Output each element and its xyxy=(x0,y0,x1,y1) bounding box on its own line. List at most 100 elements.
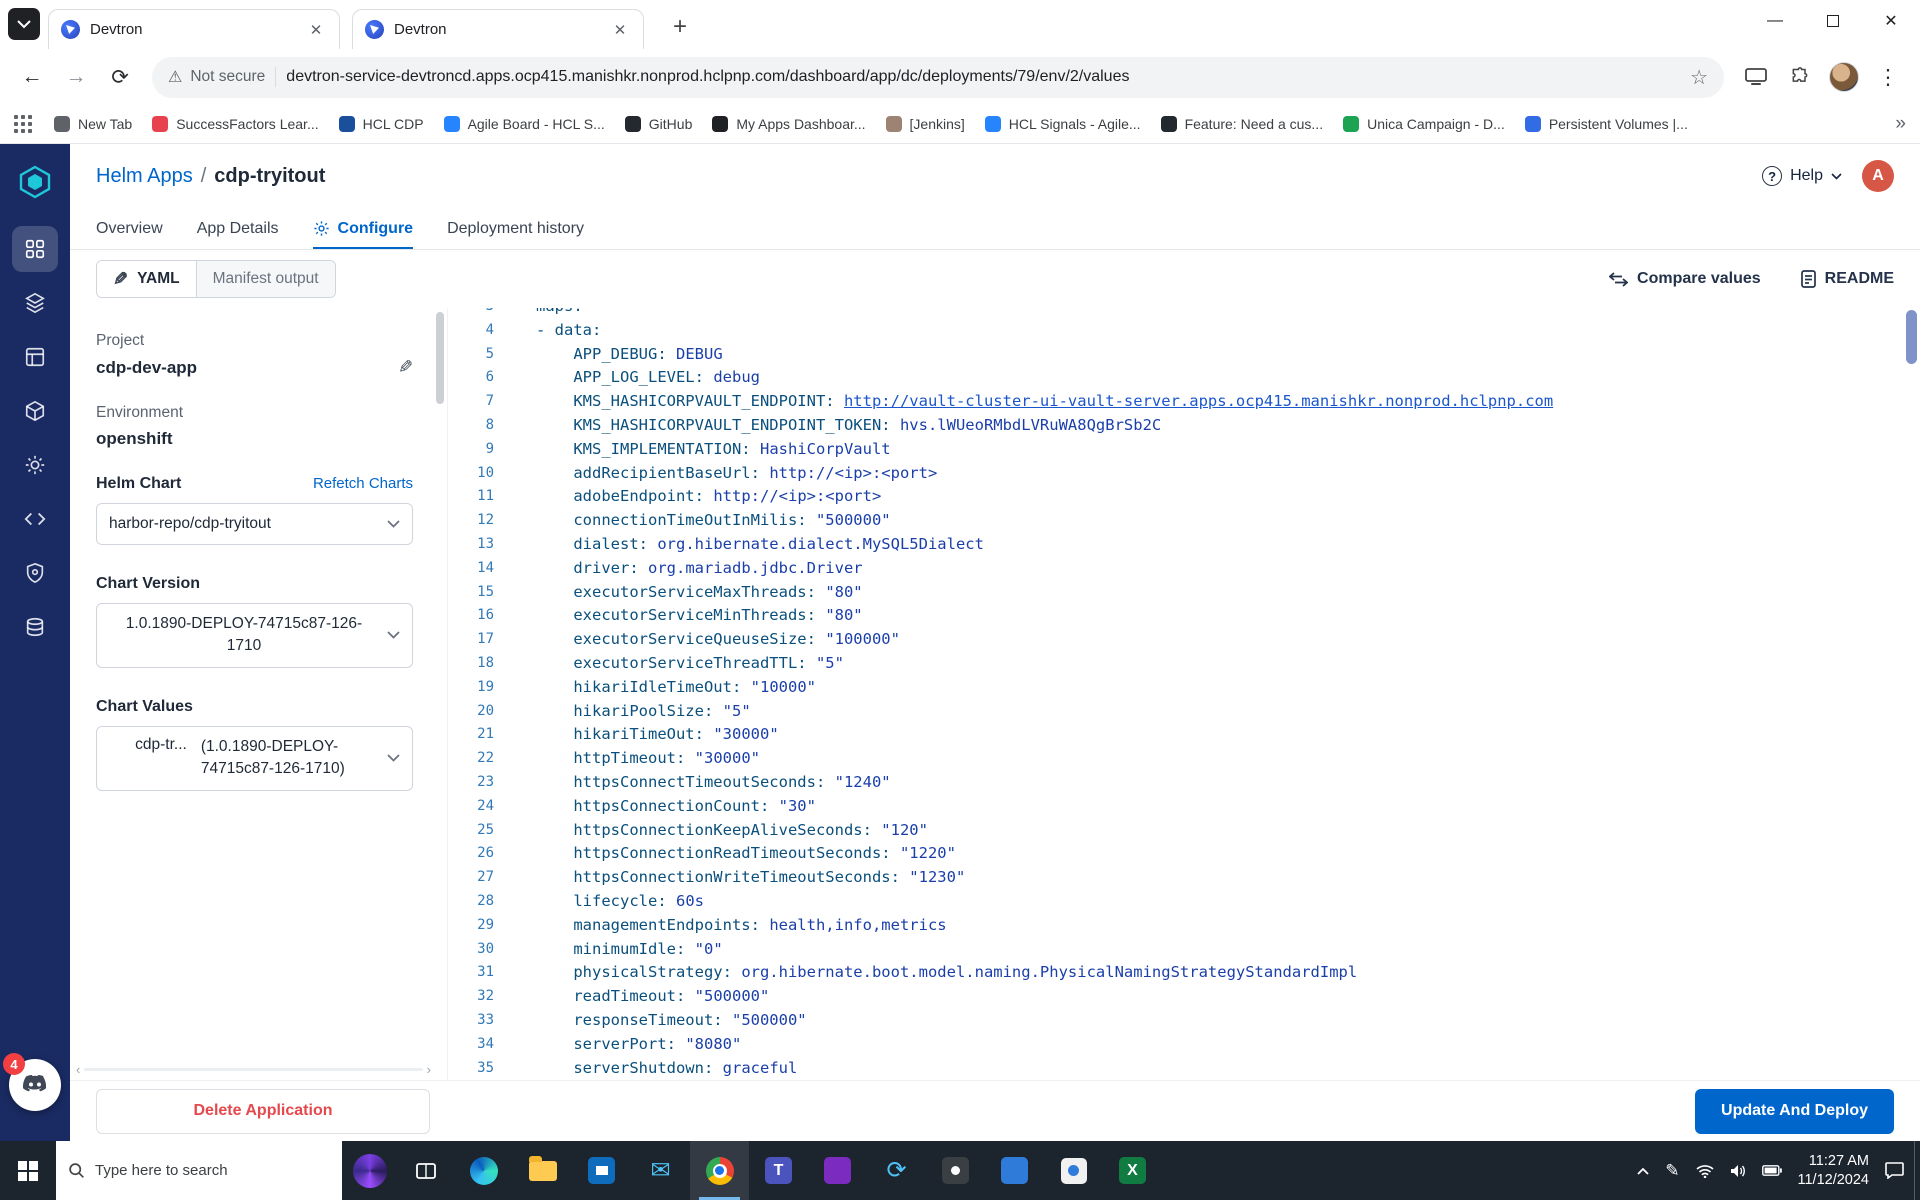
readme-button[interactable]: README xyxy=(1800,270,1894,288)
tab-overview[interactable]: Overview xyxy=(96,208,163,249)
tab-configure[interactable]: Configure xyxy=(313,208,413,249)
panel-horizontal-scrollbar[interactable]: ‹ › xyxy=(76,1062,431,1077)
editor-scroll-thumb[interactable] xyxy=(1906,310,1917,364)
devtron-logo[interactable] xyxy=(15,162,55,202)
yaml-view-button[interactable]: ✎ YAML xyxy=(97,261,197,297)
taskbar-excel-icon[interactable]: X xyxy=(1103,1141,1162,1200)
sidebar-item-charts[interactable] xyxy=(12,388,58,434)
taskbar-photos-icon[interactable] xyxy=(1044,1141,1103,1200)
bookmark-item[interactable]: Agile Board - HCL S... xyxy=(443,116,605,132)
tab-app-details[interactable]: App Details xyxy=(197,208,279,249)
code-line: 31 physicalStrategy: org.hibernate.boot.… xyxy=(448,961,1920,985)
apps-grid-icon[interactable] xyxy=(14,115,32,133)
taskbar-store-icon[interactable] xyxy=(572,1141,631,1200)
sidebar-item-security[interactable] xyxy=(12,550,58,596)
taskbar-purple-app-icon[interactable] xyxy=(808,1141,867,1200)
taskbar-dark-app-icon[interactable] xyxy=(926,1141,985,1200)
extensions-icon[interactable] xyxy=(1780,57,1820,97)
manifest-output-button[interactable]: Manifest output xyxy=(196,261,335,297)
task-view-button[interactable] xyxy=(398,1141,454,1200)
taskbar-mail-icon[interactable]: ✉ xyxy=(631,1141,690,1200)
panel-vertical-scrollbar[interactable] xyxy=(436,312,444,404)
taskbar-search-box[interactable]: Type here to search xyxy=(56,1141,342,1200)
sidebar-item-api[interactable] xyxy=(12,496,58,542)
cast-icon[interactable] xyxy=(1736,57,1776,97)
browser-menu-kebab-icon[interactable]: ⋮ xyxy=(1868,57,1908,97)
window-close-button[interactable]: ✕ xyxy=(1862,0,1920,42)
profile-avatar[interactable] xyxy=(1824,57,1864,97)
battery-icon[interactable] xyxy=(1761,1165,1782,1176)
bookmark-item[interactable]: SuccessFactors Lear... xyxy=(152,116,319,132)
network-icon[interactable] xyxy=(1695,1164,1714,1178)
show-desktop-button[interactable] xyxy=(1914,1141,1920,1200)
sidebar-item-app-groups[interactable] xyxy=(12,334,58,380)
security-chip[interactable]: ⚠ Not secure xyxy=(168,67,265,87)
sidebar-item-global-config[interactable] xyxy=(12,442,58,488)
browser-tab-1[interactable]: Devtron ✕ xyxy=(48,9,340,49)
taskbar-teams-icon[interactable]: T xyxy=(749,1141,808,1200)
bookmark-item[interactable]: My Apps Dashboar... xyxy=(712,116,866,132)
bookmark-item[interactable]: New Tab xyxy=(54,116,132,132)
user-avatar[interactable]: A xyxy=(1862,160,1894,192)
tab-close-icon[interactable]: ✕ xyxy=(305,19,327,41)
forward-button[interactable]: → xyxy=(56,57,96,97)
window-minimize-button[interactable]: — xyxy=(1746,0,1804,42)
taskbar-clock[interactable]: 11:27 AM 11/12/2024 xyxy=(1798,1152,1870,1190)
new-tab-button[interactable]: + xyxy=(662,9,698,45)
chart-version-select[interactable]: 1.0.1890-DEPLOY-74715c87-126-1710 xyxy=(96,603,413,668)
help-menu[interactable]: ? Help xyxy=(1762,166,1842,186)
taskbar-edge-icon[interactable] xyxy=(454,1141,513,1200)
taskbar-chrome-icon[interactable] xyxy=(690,1141,749,1200)
edit-project-icon[interactable]: ✎ xyxy=(398,357,413,378)
url-text[interactable]: devtron-service-devtroncd.apps.ocp415.ma… xyxy=(286,68,1680,86)
delete-application-button[interactable]: Delete Application xyxy=(96,1088,430,1134)
yaml-code-editor[interactable]: 3maps:4- data:5 APP_DEBUG: DEBUG6 APP_LO… xyxy=(447,308,1920,1080)
chart-values-name: cdp-tr... xyxy=(135,735,187,753)
taskbar-sync-icon[interactable]: ⟳ xyxy=(867,1141,926,1200)
tab-close-icon[interactable]: ✕ xyxy=(609,19,631,41)
tray-expand-chevron[interactable] xyxy=(1637,1167,1649,1175)
bookmark-item[interactable]: HCL Signals - Agile... xyxy=(984,116,1141,132)
bookmark-item[interactable]: Persistent Volumes |... xyxy=(1524,116,1688,132)
action-center-icon[interactable] xyxy=(1885,1162,1904,1179)
bookmarks-overflow-chevron[interactable]: » xyxy=(1895,113,1906,135)
scroll-right-icon[interactable]: › xyxy=(427,1062,431,1077)
tab-label: Deployment history xyxy=(447,219,585,237)
sidebar-item-clusters[interactable] xyxy=(12,604,58,650)
bookmark-star-icon[interactable]: ☆ xyxy=(1690,65,1708,90)
update-and-deploy-button[interactable]: Update And Deploy xyxy=(1695,1088,1894,1134)
bookmark-item[interactable]: Unica Campaign - D... xyxy=(1343,116,1505,132)
compare-values-button[interactable]: Compare values xyxy=(1609,270,1761,288)
reload-button[interactable]: ⟳ xyxy=(100,57,140,97)
start-button[interactable] xyxy=(0,1141,56,1200)
refetch-charts-link[interactable]: Refetch Charts xyxy=(313,475,413,492)
editor-scrollbar[interactable] xyxy=(1906,310,1917,1080)
window-maximize-button[interactable] xyxy=(1804,0,1862,42)
breadcrumb-helm-apps-link[interactable]: Helm Apps xyxy=(96,165,193,188)
discord-chat-button[interactable]: 4 xyxy=(3,1053,61,1111)
bookmark-label: Feature: Need a cus... xyxy=(1184,116,1324,132)
taskbar-blue-app-icon[interactable] xyxy=(985,1141,1044,1200)
taskbar-file-explorer-icon[interactable] xyxy=(513,1141,572,1200)
chart-version-label: Chart Version xyxy=(96,575,201,592)
code-line: 12 connectionTimeOutInMilis: "500000" xyxy=(448,509,1920,533)
app-tab-bar: Overview App Details Configure Deploymen… xyxy=(70,208,1920,250)
pen-icon[interactable]: ✎ xyxy=(1665,1161,1679,1181)
back-button[interactable]: ← xyxy=(12,57,52,97)
sidebar-item-applications[interactable] xyxy=(12,226,58,272)
bookmark-favicon xyxy=(152,116,169,132)
tab-deployment-history[interactable]: Deployment history xyxy=(447,208,584,249)
bookmark-item[interactable]: GitHub xyxy=(624,116,692,132)
bookmark-item[interactable]: HCL CDP xyxy=(338,116,424,132)
tab-search-button[interactable] xyxy=(8,8,40,40)
cortana-button[interactable] xyxy=(342,1141,398,1200)
bookmark-item[interactable]: [Jenkins] xyxy=(885,116,965,132)
browser-tab-2[interactable]: Devtron ✕ xyxy=(352,9,644,49)
sidebar-item-jobs[interactable] xyxy=(12,280,58,326)
address-bar[interactable]: ⚠ Not secure devtron-service-devtroncd.a… xyxy=(152,56,1724,98)
chart-values-select[interactable]: cdp-tr... (1.0.1890-DEPLOY-74715c87-126-… xyxy=(96,725,413,791)
scroll-left-icon[interactable]: ‹ xyxy=(76,1062,80,1077)
speaker-icon[interactable] xyxy=(1730,1164,1746,1178)
bookmark-item[interactable]: Feature: Need a cus... xyxy=(1160,116,1324,132)
helm-chart-select[interactable]: harbor-repo/cdp-tryitout xyxy=(96,503,413,545)
